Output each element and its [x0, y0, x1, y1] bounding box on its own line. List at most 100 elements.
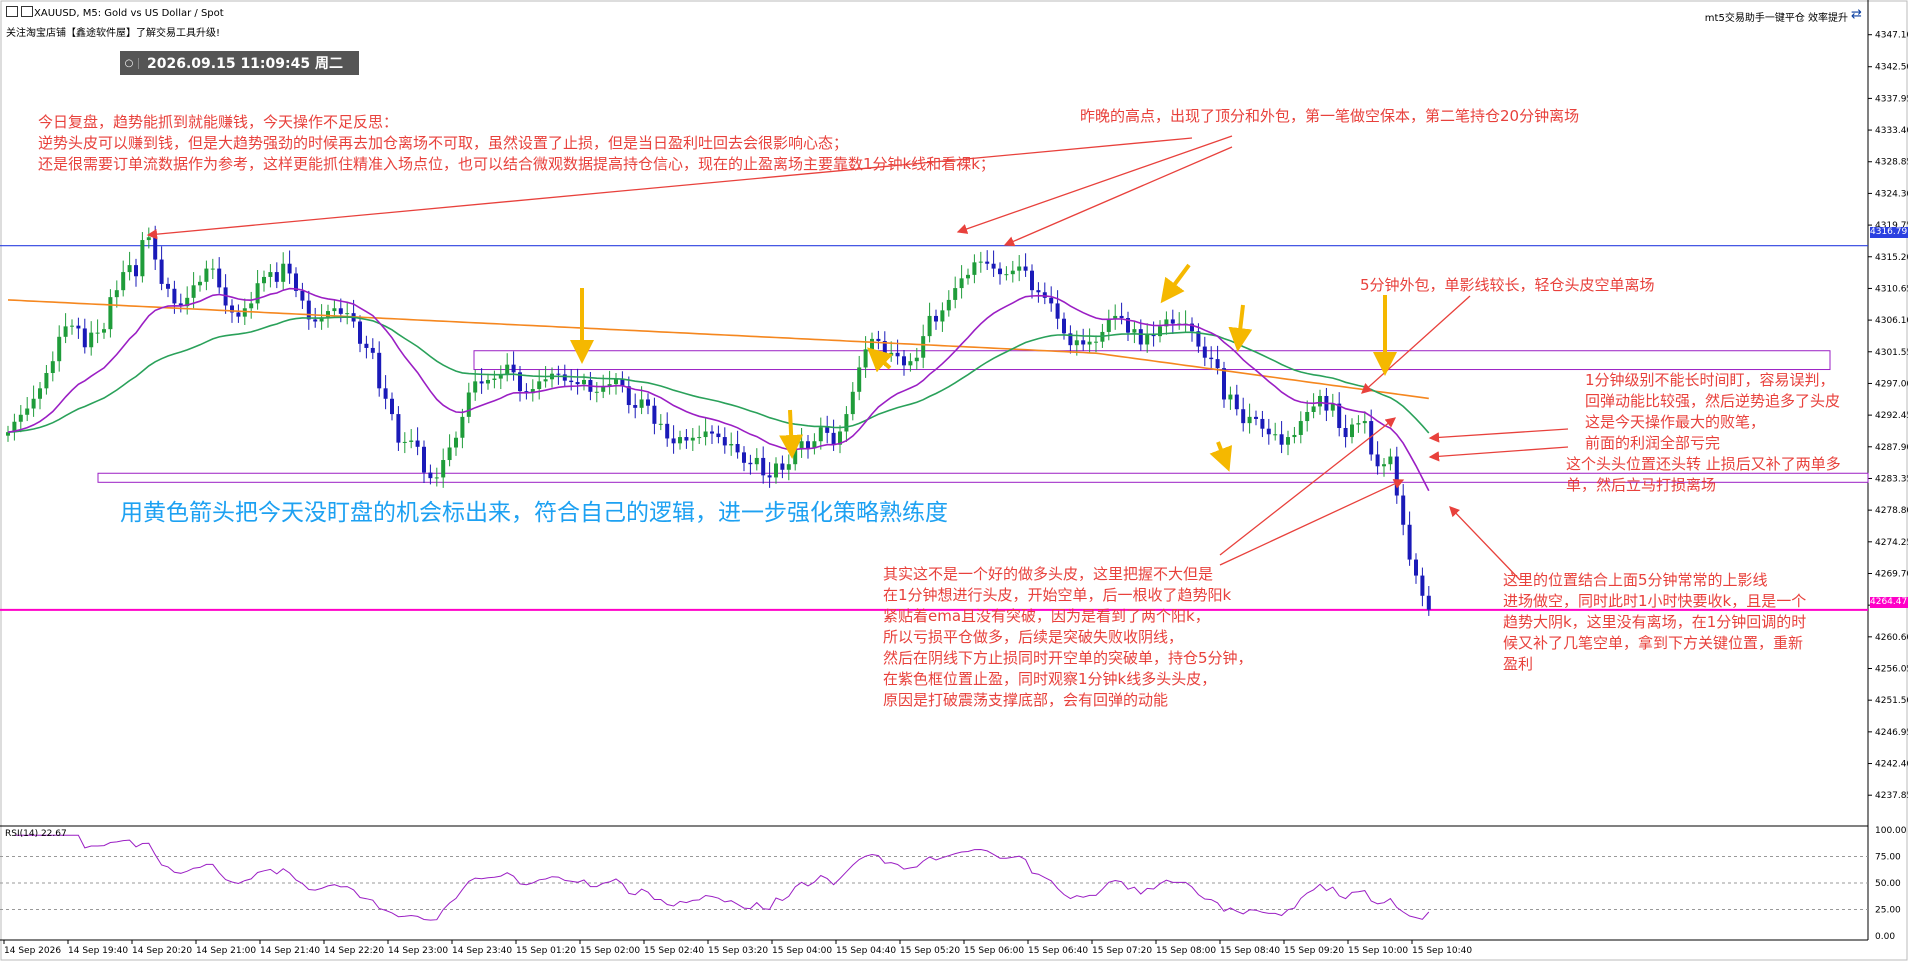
candle-body	[1311, 406, 1316, 412]
x-tick-label: 14 Sep 19:40	[68, 946, 128, 956]
y-tick-label: 4260.60	[1875, 633, 1908, 643]
candle-body	[76, 325, 81, 329]
y-tick-label: 4274.25	[1875, 538, 1908, 548]
candle-body	[1292, 434, 1297, 438]
candle-body	[1023, 266, 1028, 271]
note-line: 1分钟级别不能长时间盯，容易误判，	[1585, 371, 1835, 389]
candle-body	[25, 408, 30, 415]
candle-body	[876, 338, 881, 341]
candle-body	[1094, 341, 1098, 343]
candle-body	[364, 343, 369, 348]
candle-body	[38, 388, 42, 399]
candle-body	[114, 290, 119, 298]
note-line: 盈利	[1503, 655, 1534, 673]
candle-body	[166, 283, 170, 289]
rsi-tick-label: 25.00	[1875, 906, 1901, 916]
x-tick-label: 15 Sep 07:20	[1092, 946, 1152, 956]
note-line: 这里的位置结合上面5分钟常常的上影线	[1503, 571, 1768, 589]
candle-body	[1375, 454, 1380, 467]
candle-body	[748, 462, 753, 465]
trade-icon[interactable]: ⇄	[1851, 7, 1862, 22]
candle-body	[646, 399, 650, 406]
candle-body	[940, 310, 945, 322]
candle-body	[390, 398, 394, 415]
y-tick-label: 4306.10	[1875, 316, 1908, 326]
candle-body	[1388, 456, 1393, 465]
candle-body	[985, 261, 990, 264]
note-one-minute: 1分钟级别不能长时间盯，容易误判， 回弹动能比较强，然后逆势追多了头皮 这是今天…	[1566, 370, 1841, 496]
candle-body	[1407, 524, 1412, 560]
candle-body	[1132, 329, 1137, 333]
candle-body	[1030, 270, 1034, 291]
candle-body	[1202, 346, 1207, 358]
candle-body	[89, 332, 94, 348]
symbol-title: XAUUSD, M5: Gold vs US Dollar / Spot	[34, 8, 224, 19]
candle-body	[658, 423, 663, 425]
candle-body	[863, 349, 868, 368]
candle-body	[50, 361, 55, 374]
candle-body	[953, 288, 958, 300]
candle-body	[761, 457, 766, 476]
note-line: 趋势大阴k，这里没有离场，在1分钟回调的时	[1503, 613, 1807, 631]
note-line: 今日复盘，趋势能抓到就能赚钱，今天操作不足反思：	[38, 113, 399, 131]
candle-body	[946, 299, 951, 311]
candle-body	[1350, 424, 1354, 438]
candle-body	[358, 321, 362, 344]
candle-body	[582, 379, 586, 385]
candle-body	[415, 440, 420, 447]
candle-body	[1062, 318, 1066, 334]
candle-body	[1343, 428, 1348, 438]
x-tick-label: 15 Sep 10:00	[1348, 946, 1408, 956]
candle-body	[63, 326, 68, 337]
candle-body	[1305, 411, 1310, 422]
candle-body	[466, 392, 471, 417]
candle-body	[1266, 428, 1271, 435]
candle-body	[1260, 418, 1265, 429]
chart-icon[interactable]	[21, 6, 33, 17]
candle-body	[70, 325, 74, 327]
candle-body	[338, 308, 343, 314]
candle-body	[287, 263, 292, 274]
grid-icon[interactable]	[6, 6, 18, 17]
candle-body	[422, 446, 426, 473]
candle-body	[998, 268, 1002, 275]
candle-body	[204, 268, 209, 282]
candle-body	[1055, 303, 1060, 319]
candle-body	[959, 278, 964, 289]
window-icons	[6, 6, 33, 17]
x-tick-label: 14 Sep 23:00	[388, 946, 448, 956]
y-tick-label: 4278.80	[1875, 506, 1908, 516]
datetime-text: 2026.09.15 11:09:45 周二	[147, 56, 343, 72]
y-tick-label: 4292.45	[1875, 411, 1908, 421]
candle-body	[575, 382, 580, 385]
candle-body	[236, 312, 241, 317]
candle-body	[1106, 319, 1111, 332]
candle-body	[428, 472, 433, 479]
candle-body	[850, 391, 855, 415]
x-tick-label: 15 Sep 06:00	[964, 946, 1024, 956]
datetime-box: ○ 2026.09.15 11:09:45 周二	[120, 51, 359, 75]
note-line: 在紫色框位置止盈，同时观察1分钟k线多头头皮，	[883, 670, 1217, 688]
note-line: 在1分钟想进行头皮，开始空单，后一根收了趋势阳k	[883, 586, 1232, 604]
candle-body	[479, 381, 484, 384]
rsi-tick-label: 75.00	[1875, 853, 1901, 863]
candle-body	[1394, 456, 1399, 496]
candle-body	[31, 398, 36, 409]
candle-body	[754, 457, 759, 465]
candle-body	[1010, 270, 1015, 275]
corner-ad[interactable]: mt5交易助手一键平仓 效率提升	[1705, 9, 1848, 24]
candle-body	[914, 357, 919, 362]
y-tick-label: 4287.90	[1875, 443, 1908, 453]
y-tick-label: 4347.10	[1875, 31, 1908, 41]
candle-body	[402, 441, 407, 443]
x-tick-label: 15 Sep 04:00	[772, 946, 832, 956]
note-line: 单，然后立马打损离场	[1566, 476, 1717, 494]
candle-body	[345, 313, 350, 315]
y-tick-label: 4297.00	[1875, 379, 1908, 389]
y-tick-label: 4246.95	[1875, 728, 1908, 738]
y-tick-label: 4251.50	[1875, 696, 1908, 706]
candle-body	[831, 432, 836, 445]
candle-body	[639, 399, 644, 408]
candle-body	[1145, 334, 1150, 345]
candle-body	[703, 431, 708, 438]
